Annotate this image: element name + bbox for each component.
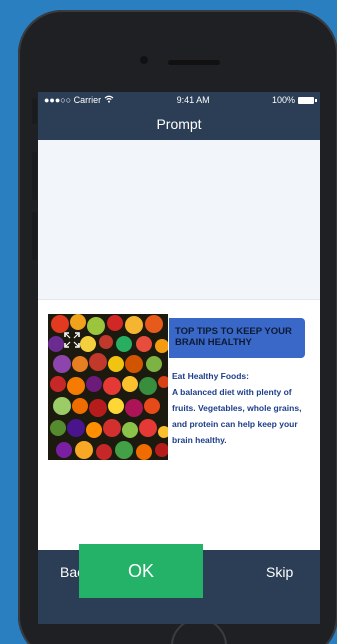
tip-body: A balanced diet with plenty of fruits. V… (172, 387, 302, 445)
fruit-image (48, 314, 168, 460)
card-headline: TOP TIPS TO KEEP YOUR BRAIN HEALTHY (169, 318, 305, 358)
volume-up-button (32, 152, 37, 200)
status-bar: ●●●○○ Carrier 9:41 AM 100% (38, 92, 320, 108)
volume-down-button (32, 212, 37, 260)
front-camera (140, 56, 148, 64)
tip-text: Eat Healthy Foods: A balanced diet with … (172, 368, 306, 448)
expand-icon[interactable] (64, 332, 80, 348)
prompt-card: TOP TIPS TO KEEP YOUR BRAIN HEALTHY Eat … (48, 312, 306, 460)
battery-indicator: 100% (271, 95, 317, 105)
mute-switch (32, 98, 37, 124)
earpiece-speaker (168, 60, 220, 65)
page-title: Prompt (156, 116, 202, 132)
nav-bar: Prompt (38, 108, 320, 140)
battery-icon (298, 96, 317, 104)
ok-button-label: OK (127, 560, 154, 581)
tip-title: Eat Healthy Foods: (172, 371, 249, 381)
carrier-text: ●●●○○ Carrier (44, 95, 102, 105)
ok-button[interactable]: OK (79, 544, 203, 598)
clock: 9:41 AM (176, 95, 210, 105)
battery-percent: 100% (271, 95, 295, 105)
wifi-icon (104, 95, 114, 105)
skip-button[interactable]: Skip (266, 564, 293, 580)
carrier-label: ●●●○○ Carrier (44, 95, 114, 105)
prompt-area (38, 140, 320, 300)
